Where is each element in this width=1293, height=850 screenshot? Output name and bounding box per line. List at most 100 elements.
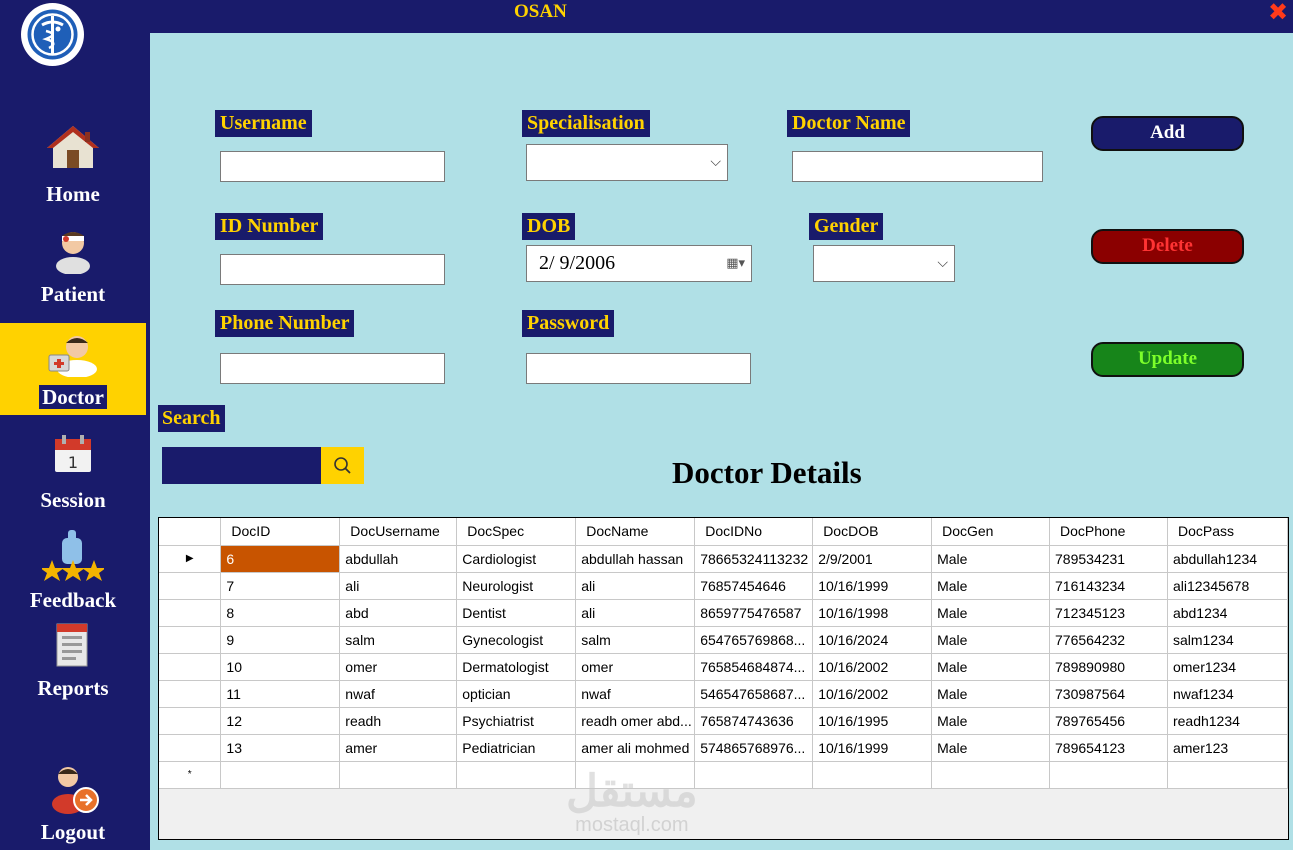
id-number-input[interactable]	[220, 254, 445, 285]
table-cell[interactable]	[1167, 761, 1288, 789]
table-cell[interactable]: Male	[931, 572, 1051, 600]
table-cell[interactable]: Gynecologist	[456, 626, 577, 654]
table-cell[interactable]: 2/9/2001	[812, 545, 933, 573]
table-cell[interactable]: Male	[931, 626, 1051, 654]
table-cell[interactable]: nwaf	[339, 680, 458, 708]
table-cell[interactable]: 10/16/1999	[812, 734, 933, 762]
doctor-name-input[interactable]	[792, 151, 1043, 182]
table-row[interactable]: 12 readh Psychiatrist readh omer abd... 7658…	[159, 707, 1288, 735]
table-cell[interactable]: amer	[339, 734, 458, 762]
table-cell[interactable]: readh	[339, 707, 458, 735]
table-cell[interactable]: Male	[931, 545, 1051, 573]
table-cell[interactable]: Psychiatrist	[456, 707, 577, 735]
table-cell[interactable]	[456, 761, 577, 789]
table-cell[interactable]: 654765769868...	[694, 626, 814, 654]
table-cell[interactable]: 776564232	[1049, 626, 1168, 654]
table-cell[interactable]: Neurologist	[456, 572, 577, 600]
row-header[interactable]	[159, 599, 222, 627]
table-cell[interactable]: omer1234	[1167, 653, 1288, 681]
table-cell[interactable]: amer123	[1167, 734, 1288, 762]
table-cell[interactable]: ali	[575, 599, 696, 627]
column-header[interactable]: DocID	[220, 518, 341, 546]
table-row[interactable]: 8 abd Dentist ali 8659775476587 10/16/1998 Mal…	[159, 599, 1288, 627]
table-cell[interactable]: 7	[220, 572, 341, 600]
table-cell[interactable]: 716143234	[1049, 572, 1168, 600]
dob-datepicker[interactable]: 2/ 9/2006 ▦▾	[526, 245, 752, 282]
table-cell[interactable]: Pediatrician	[456, 734, 577, 762]
add-button[interactable]: Add	[1091, 116, 1244, 151]
table-cell[interactable]: 765874743636	[694, 707, 814, 735]
table-cell[interactable]: Male	[931, 653, 1051, 681]
close-icon[interactable]: ✖	[1266, 0, 1290, 24]
row-header[interactable]	[159, 734, 222, 762]
table-cell[interactable]: abd	[339, 599, 458, 627]
doctor-grid[interactable]: DocID DocUsername DocSpec DocName DocIDN…	[158, 517, 1289, 840]
table-cell[interactable]: 10	[220, 653, 341, 681]
table-cell[interactable]: 10/16/1998	[812, 599, 933, 627]
table-cell[interactable]: ali12345678	[1167, 572, 1288, 600]
table-cell[interactable]	[339, 761, 458, 789]
search-button[interactable]	[321, 447, 364, 484]
table-cell[interactable]: Male	[931, 734, 1051, 762]
table-cell[interactable]: salm	[339, 626, 458, 654]
table-cell[interactable]: optician	[456, 680, 577, 708]
table-cell[interactable]: 712345123	[1049, 599, 1168, 627]
table-cell[interactable]: 78665324113232	[694, 545, 814, 573]
table-cell[interactable]: abdullah	[339, 545, 458, 573]
table-cell[interactable]: 789654123	[1049, 734, 1168, 762]
table-cell[interactable]: 10/16/2002	[812, 653, 933, 681]
row-header[interactable]: ▶	[159, 545, 222, 573]
new-row[interactable]: *	[159, 761, 1288, 789]
table-cell[interactable]: 10/16/2002	[812, 680, 933, 708]
nav-feedback[interactable]: Feedback	[0, 528, 146, 618]
table-row[interactable]: 10 omer Dermatologist omer 765854684874... 10…	[159, 653, 1288, 681]
table-cell[interactable]: salm	[575, 626, 696, 654]
table-cell[interactable]	[931, 761, 1051, 789]
column-header[interactable]: DocDOB	[812, 518, 933, 546]
username-input[interactable]	[220, 151, 445, 182]
column-header[interactable]: DocPass	[1167, 518, 1288, 546]
table-cell[interactable]: readh1234	[1167, 707, 1288, 735]
table-cell[interactable]: readh omer abd...	[575, 707, 696, 735]
table-cell[interactable]	[220, 761, 341, 789]
password-input[interactable]	[526, 353, 751, 384]
table-cell[interactable]: 765854684874...	[694, 653, 814, 681]
row-header[interactable]	[159, 680, 222, 708]
table-cell[interactable]: 789534231	[1049, 545, 1168, 573]
nav-reports[interactable]: Reports	[0, 620, 146, 705]
table-cell[interactable]: 9	[220, 626, 341, 654]
row-header[interactable]	[159, 653, 222, 681]
column-header[interactable]: DocUsername	[339, 518, 458, 546]
table-cell[interactable]: nwaf	[575, 680, 696, 708]
table-cell[interactable]: omer	[575, 653, 696, 681]
table-cell[interactable]: abdullah1234	[1167, 545, 1288, 573]
nav-home[interactable]: Home	[0, 118, 146, 213]
column-header[interactable]: DocIDNo	[694, 518, 814, 546]
table-row[interactable]: 13 amer Pediatrician amer ali mohmed 5748657…	[159, 734, 1288, 762]
nav-logout[interactable]: Logout	[0, 760, 146, 848]
table-cell[interactable]	[1049, 761, 1168, 789]
calendar-dropdown-icon[interactable]: ▦▾	[726, 256, 745, 271]
table-row[interactable]: 11 nwaf optician nwaf 546547658687... 10/16/2…	[159, 680, 1288, 708]
table-cell[interactable]: 6	[220, 545, 341, 573]
table-cell[interactable]: abd1234	[1167, 599, 1288, 627]
table-cell[interactable]: ali	[339, 572, 458, 600]
table-row[interactable]: 7 ali Neurologist ali 76857454646 10/16/1999 M…	[159, 572, 1288, 600]
new-row-marker[interactable]: *	[159, 761, 222, 789]
column-header[interactable]: DocName	[575, 518, 696, 546]
table-cell[interactable]: Male	[931, 707, 1051, 735]
table-cell[interactable]: abdullah hassan	[575, 545, 696, 573]
column-header[interactable]: DocGen	[931, 518, 1051, 546]
table-cell[interactable]: 11	[220, 680, 341, 708]
table-cell[interactable]	[812, 761, 933, 789]
table-cell[interactable]: omer	[339, 653, 458, 681]
table-cell[interactable]: 10/16/2024	[812, 626, 933, 654]
delete-button[interactable]: Delete	[1091, 229, 1244, 264]
table-cell[interactable]: 574865768976...	[694, 734, 814, 762]
table-cell[interactable]: Dermatologist	[456, 653, 577, 681]
table-cell[interactable]: Dentist	[456, 599, 577, 627]
table-cell[interactable]: nwaf1234	[1167, 680, 1288, 708]
table-row[interactable]: 9 salm Gynecologist salm 654765769868... 10/1…	[159, 626, 1288, 654]
table-cell[interactable]: 10/16/1995	[812, 707, 933, 735]
nav-session[interactable]: 1 Session	[0, 430, 146, 520]
